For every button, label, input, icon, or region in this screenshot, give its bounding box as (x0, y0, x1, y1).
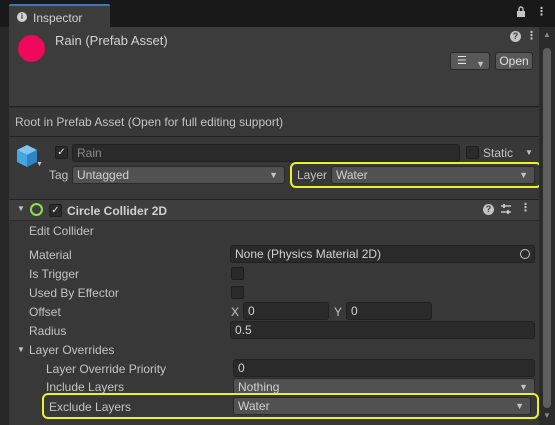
dropdown-arrow-icon: ▼ (515, 401, 524, 411)
layer-override-priority-field[interactable]: 0 (233, 359, 535, 377)
layer-dropdown[interactable]: Water ▼ (331, 166, 535, 184)
info-icon: i (17, 12, 27, 22)
is-trigger-label: Is Trigger (29, 267, 80, 281)
tab-bar: i Inspector ⋮ (0, 0, 555, 27)
root-notice: Root in Prefab Asset (Open for full edit… (15, 115, 284, 129)
prefab-header: Rain (Prefab Asset) ? ⋮ ☰ ▼ Open (9, 27, 539, 106)
material-field[interactable]: None (Physics Material 2D) (230, 245, 535, 263)
foldout-arrow-icon[interactable]: ▼ (17, 204, 25, 213)
component-title: Circle Collider 2D (67, 204, 168, 218)
dropdown-arrow-icon[interactable]: ▼ (36, 161, 43, 168)
list-icon: ☰ (457, 55, 467, 67)
offset-x-field[interactable]: 0 (243, 302, 329, 320)
prefab-options-dropdown[interactable]: ☰ ▼ (450, 52, 490, 70)
open-button[interactable]: Open (495, 52, 533, 70)
component-enabled-checkbox[interactable]: ✓ (49, 204, 62, 217)
help-icon[interactable]: ? (483, 204, 494, 215)
scroll-down-arrow-icon[interactable]: ▼ (543, 411, 551, 420)
help-icon[interactable]: ? (510, 31, 521, 42)
inspector-panel: Rain (Prefab Asset) ? ⋮ ☰ ▼ Open Root in… (9, 27, 539, 425)
tab-title: Inspector (33, 11, 83, 25)
static-checkbox[interactable] (466, 146, 479, 159)
tag-label: Tag (49, 168, 69, 182)
lock-icon[interactable] (516, 6, 526, 18)
tab-inspector[interactable]: i Inspector (9, 4, 110, 27)
kebab-menu-icon[interactable]: ⋮ (536, 5, 547, 18)
kebab-menu-icon[interactable]: ⋮ (520, 201, 531, 214)
exclude-layers-label: Exclude Layers (49, 400, 132, 414)
kebab-menu-icon[interactable]: ⋮ (526, 29, 537, 42)
used-by-effector-label: Used By Effector (29, 286, 119, 300)
dropdown-arrow-icon[interactable]: ▼ (525, 148, 533, 157)
offset-label: Offset (29, 305, 61, 319)
scroll-up-arrow-icon[interactable]: ▲ (543, 30, 551, 39)
material-label: Material (29, 248, 72, 262)
asset-name: Rain (Prefab Asset) (55, 33, 168, 48)
edit-collider-label[interactable]: Edit Collider (29, 224, 94, 238)
divider (9, 136, 539, 137)
is-trigger-checkbox[interactable] (231, 267, 244, 280)
collider-icon (30, 203, 43, 216)
scrollbar-thumb[interactable] (543, 48, 551, 408)
active-checkbox[interactable]: ✓ (55, 146, 68, 159)
divider (9, 107, 539, 108)
used-by-effector-checkbox[interactable] (231, 286, 244, 299)
tag-dropdown[interactable]: Untagged ▼ (72, 166, 285, 184)
layer-label: Layer (297, 168, 328, 182)
layer-overrides-label[interactable]: Layer Overrides (29, 343, 114, 357)
gameobject-name-field[interactable]: Rain (72, 144, 460, 162)
exclude-layers-dropdown[interactable]: Water ▼ (233, 397, 531, 415)
radius-field[interactable]: 0.5 (230, 321, 535, 339)
offset-x-label[interactable]: X (231, 305, 239, 319)
dropdown-arrow-icon: ▼ (519, 382, 528, 392)
dropdown-arrow-icon: ▼ (519, 170, 528, 180)
radius-label: Radius (29, 324, 67, 338)
circle-picker-icon[interactable] (520, 249, 530, 259)
prefab-asset-icon (18, 35, 45, 62)
dropdown-arrow-icon: ▼ (269, 170, 278, 180)
dropdown-arrow-icon: ▼ (476, 59, 485, 69)
foldout-arrow-icon[interactable]: ▼ (17, 345, 25, 354)
layer-override-priority-label: Layer Override Priority (46, 362, 167, 376)
include-layers-label: Include Layers (46, 380, 125, 394)
presets-icon[interactable] (500, 203, 512, 215)
offset-y-label[interactable]: Y (334, 305, 342, 319)
static-label: Static (483, 146, 514, 160)
offset-y-field[interactable]: 0 (346, 302, 432, 320)
